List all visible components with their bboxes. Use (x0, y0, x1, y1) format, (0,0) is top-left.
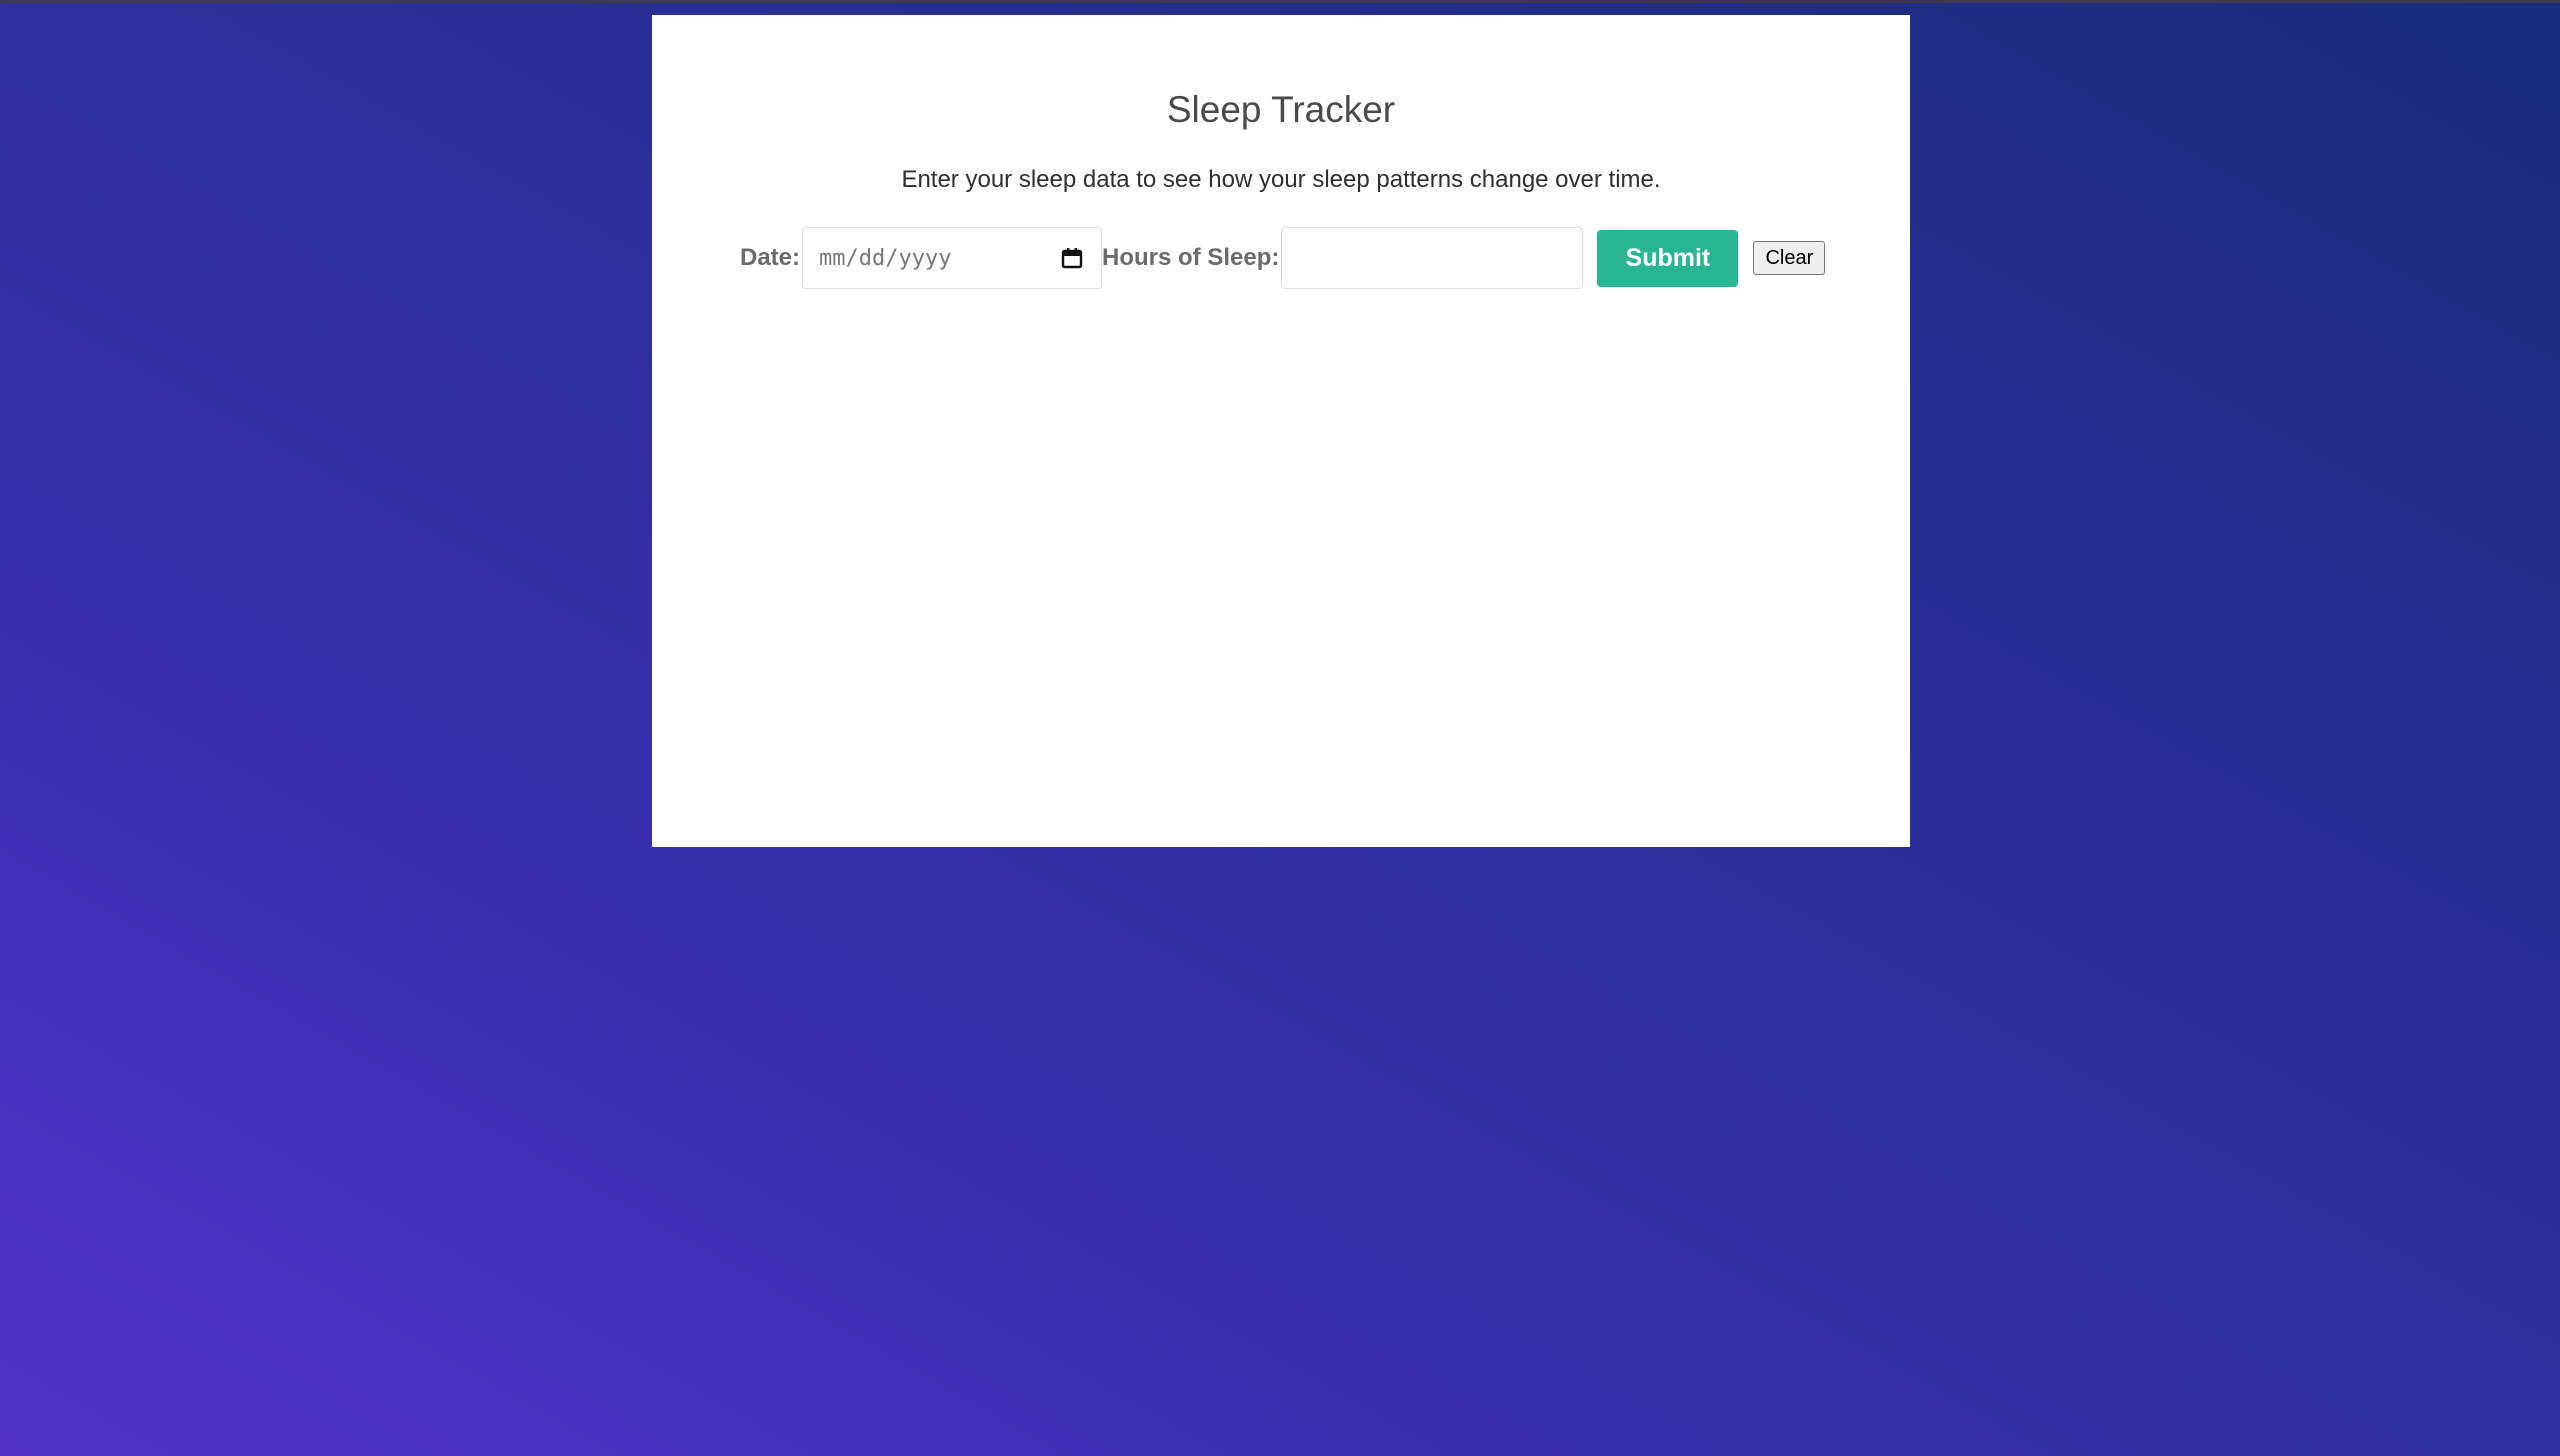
hours-of-sleep-input[interactable] (1281, 227, 1584, 289)
sleep-entry-form: Date: mm/dd/yyyy Hours of Sleep: Submit … (740, 227, 1826, 289)
window-top-edge (0, 0, 2560, 3)
calendar-icon-graphic (1061, 248, 1083, 269)
calendar-icon[interactable] (1061, 247, 1083, 269)
page-subtitle: Enter your sleep data to see how your sl… (901, 166, 1661, 193)
date-input[interactable]: mm/dd/yyyy (802, 227, 1103, 289)
date-placeholder: mm/dd/yyyy (819, 245, 952, 271)
hours-of-sleep-label: Hours of Sleep: (1102, 244, 1280, 271)
clear-button[interactable]: Clear (1753, 241, 1826, 275)
submit-button[interactable]: Submit (1597, 229, 1739, 287)
page-title: Sleep Tracker (1166, 89, 1396, 130)
date-label: Date: (740, 244, 801, 271)
sleep-tracker-card: Sleep Tracker Enter your sleep data to s… (652, 15, 1910, 847)
